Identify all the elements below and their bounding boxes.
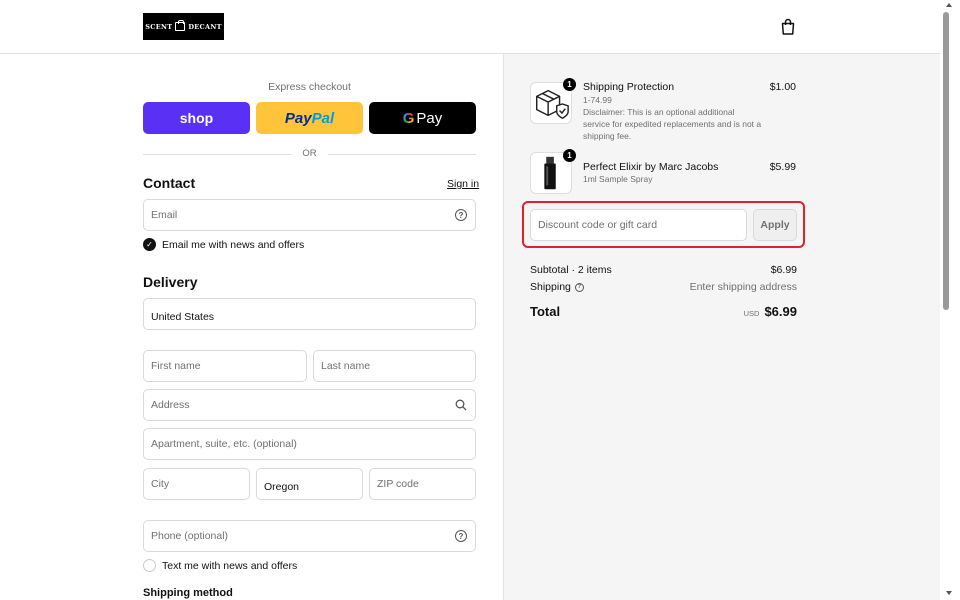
currency-code: USD [743, 309, 760, 318]
logo-text-left: SCENT [145, 22, 173, 31]
address-field[interactable]: Address [143, 389, 476, 421]
phone-field[interactable]: Phone (optional) ? [143, 520, 476, 552]
discount-placeholder: Discount code or gift card [538, 219, 658, 231]
total-amount: $6.99 [764, 304, 797, 319]
item-price: $1.00 [769, 81, 796, 93]
subtotal-label: Subtotal · 2 items [530, 264, 612, 276]
paypal-label-pal: Pal [311, 109, 335, 127]
item-variant: 1-74.99 [583, 95, 612, 105]
quantity-badge: 1 [563, 78, 576, 91]
state-value: Oregon [264, 481, 300, 493]
paypal-button[interactable]: Pay Pal [256, 102, 363, 134]
shop-pay-label: shop [179, 110, 214, 126]
scroll-up-arrow-icon[interactable] [946, 3, 952, 7]
help-icon[interactable]: ? [455, 530, 467, 542]
city-placeholder: City [151, 478, 170, 490]
google-g-icon: G [402, 109, 415, 127]
header: SCENT DECANT [0, 0, 940, 54]
shipping-label: Shipping [530, 281, 571, 293]
checkbox-unchecked-icon[interactable] [143, 559, 156, 572]
apartment-field[interactable]: Apartment, suite, etc. (optional) [143, 428, 476, 460]
logo-bag-icon [175, 20, 186, 31]
state-select[interactable]: Oregon [256, 468, 363, 500]
subtotal-row: Subtotal · 2 items $6.99 [530, 264, 797, 276]
paypal-label-pay: Pay [284, 109, 312, 127]
google-pay-button[interactable]: G Pay [369, 102, 476, 134]
item-description: Disclaimer: This is an optional addition… [583, 107, 762, 141]
email-placeholder: Email [151, 209, 178, 221]
shipping-method-heading: Shipping method [143, 587, 233, 599]
express-checkout-label: Express checkout [268, 81, 351, 93]
google-pay-label: Pay [416, 109, 443, 127]
divider-line-right [328, 154, 476, 155]
total-label: Total [530, 304, 561, 319]
sms-news-option[interactable]: Text me with news and offers [143, 559, 297, 572]
sms-news-label: Text me with news and offers [162, 559, 298, 572]
subtotal-value: $6.99 [770, 264, 797, 276]
discount-code-input[interactable]: Discount code or gift card [530, 209, 747, 241]
or-divider: OR [143, 148, 476, 160]
zip-placeholder: ZIP code [377, 478, 419, 490]
sign-in-link[interactable]: Sign in [447, 178, 479, 190]
item-title: Perfect Elixir by Marc Jacobs [583, 161, 719, 173]
logo-text-right: DECANT [188, 22, 222, 31]
apartment-placeholder: Apartment, suite, etc. (optional) [151, 438, 297, 450]
shipping-row: Shipping ? Enter shipping address [530, 281, 797, 293]
shipping-value: Enter shipping address [689, 281, 797, 293]
quantity-badge: 1 [563, 149, 576, 162]
scrollbar[interactable] [940, 0, 960, 600]
item-price: $5.99 [769, 161, 796, 173]
contact-heading: Contact [143, 175, 196, 191]
address-placeholder: Address [151, 399, 190, 411]
search-icon[interactable] [455, 399, 467, 411]
email-field[interactable]: Email ? [143, 199, 476, 231]
email-news-label: Email me with news and offers [162, 238, 305, 251]
country-value: United States [151, 311, 215, 323]
delivery-heading: Delivery [143, 274, 198, 290]
checkbox-checked-icon[interactable]: ✓ [143, 238, 156, 251]
store-logo[interactable]: SCENT DECANT [143, 13, 224, 40]
item-title: Shipping Protection [583, 81, 675, 93]
scroll-down-arrow-icon[interactable] [946, 591, 952, 595]
first-name-field[interactable]: First name [143, 350, 307, 382]
zip-field[interactable]: ZIP code [369, 468, 476, 500]
first-name-placeholder: First name [151, 360, 201, 372]
shopping-bag-icon[interactable] [780, 18, 796, 36]
scroll-thumb[interactable] [943, 12, 949, 310]
phone-placeholder: Phone (optional) [151, 530, 229, 542]
city-field[interactable]: City [143, 468, 250, 500]
country-select[interactable]: United States [143, 298, 476, 330]
last-name-field[interactable]: Last name [313, 350, 476, 382]
last-name-placeholder: Last name [321, 360, 371, 372]
help-icon[interactable]: ? [574, 282, 584, 292]
apply-discount-button[interactable]: Apply [753, 209, 797, 241]
email-news-option[interactable]: ✓ Email me with news and offers [143, 238, 304, 251]
shop-pay-button[interactable]: shop [143, 102, 250, 134]
total-row: Total USD $6.99 [530, 304, 797, 319]
help-icon[interactable]: ? [455, 209, 467, 221]
item-variant: 1ml Sample Spray [583, 174, 653, 184]
